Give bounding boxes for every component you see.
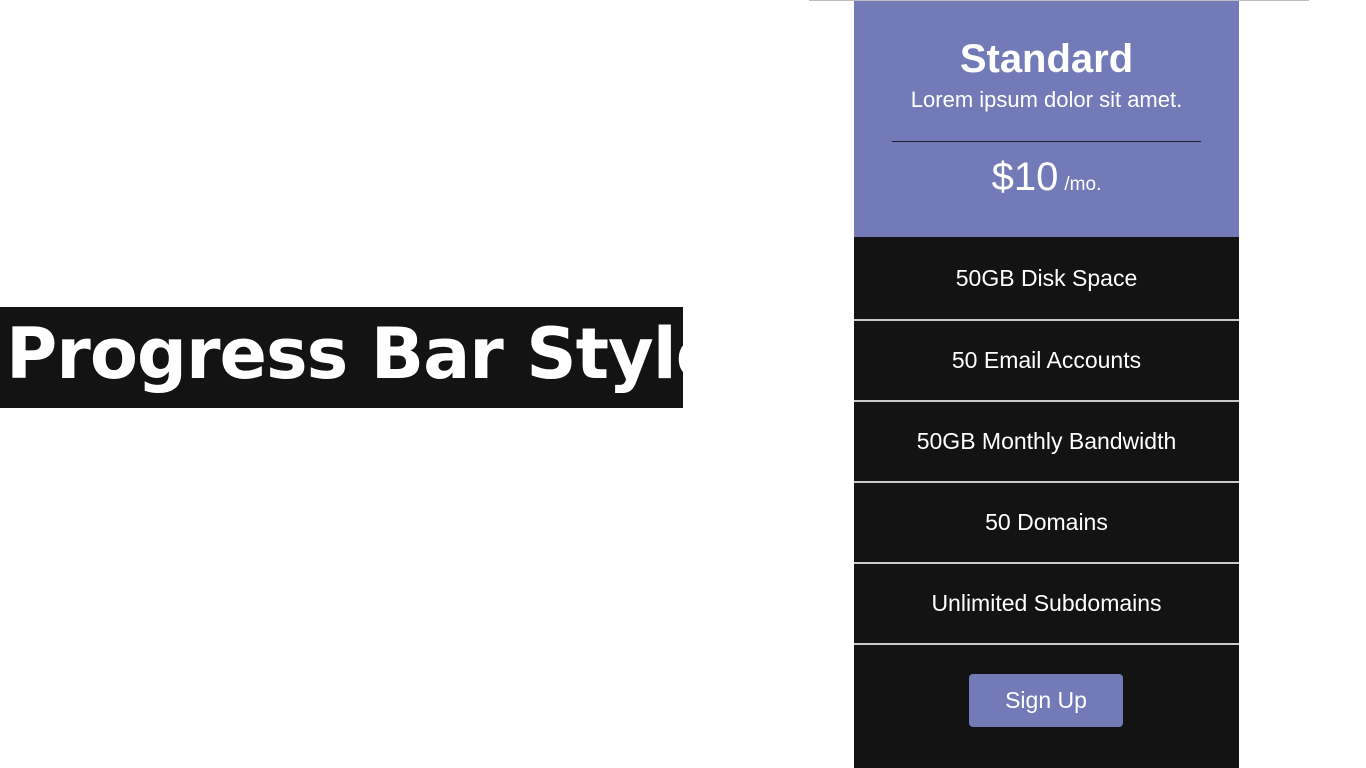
plan-divider (892, 141, 1201, 142)
feature-item: 50 Email Accounts (854, 319, 1239, 400)
feature-item: 50GB Disk Space (955, 264, 1138, 291)
price-amount: $10 (991, 155, 1059, 199)
banner-title: Progress Bar Styles (6, 312, 683, 395)
feature-item: 50GB Monthly Bandwidth (854, 400, 1239, 481)
feature-item: Unlimited Subdomains (854, 562, 1239, 643)
price-period: /mo. (1064, 174, 1102, 195)
pricing-card-header: Standard Lorem ipsum dolor sit amet. $10… (854, 1, 1239, 237)
plan-name: Standard (959, 37, 1134, 81)
title-banner: Progress Bar Styles (0, 307, 683, 408)
sign-up-button[interactable]: Sign Up (969, 674, 1123, 727)
plan-description: Lorem ipsum dolor sit amet. (910, 87, 1183, 112)
feature-list: 50GB Disk Space 50 Email Accounts 50GB M… (854, 237, 1239, 643)
feature-item: 50 Domains (854, 481, 1239, 562)
pricing-card: Standard Lorem ipsum dolor sit amet. $10… (854, 1, 1239, 768)
pricing-card-footer: Sign Up (854, 643, 1239, 761)
plan-price: $10/mo. (854, 153, 1239, 209)
